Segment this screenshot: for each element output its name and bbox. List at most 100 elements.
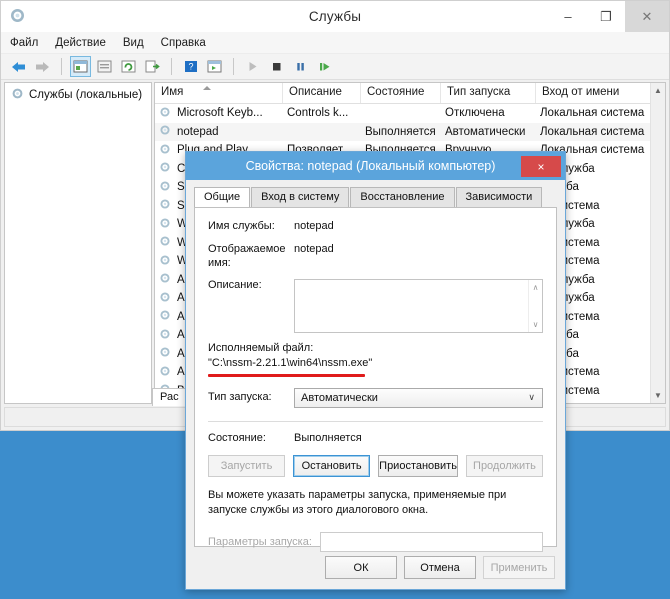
chevron-down-icon: ∨ xyxy=(528,392,535,403)
scroll-down-icon[interactable]: ▼ xyxy=(651,388,665,403)
executable-path-wrapper: "C:\nssm-2.21.1\win64\nssm.exe" xyxy=(208,357,543,377)
show-hide-tree-icon[interactable] xyxy=(70,56,91,77)
service-properties-dialog: Свойства: notepad (Локальный компьютер) … xyxy=(185,151,566,590)
services-gear-icon xyxy=(11,87,24,103)
tab-logon[interactable]: Вход в систему xyxy=(251,187,350,207)
svg-text:?: ? xyxy=(188,62,193,72)
minimize-button[interactable]: – xyxy=(549,1,587,32)
menu-item-view[interactable]: Вид xyxy=(123,37,144,49)
services-gear-icon xyxy=(159,198,171,213)
description-textarea[interactable]: ∧ ∨ xyxy=(294,279,543,334)
dialog-general-panel: Имя службы: notepad Отображаемое имя: no… xyxy=(194,207,557,553)
display-name-label: Отображаемое имя: xyxy=(208,242,286,269)
export-list-icon[interactable] xyxy=(142,56,163,77)
startup-type-value: Автоматически xyxy=(301,391,378,404)
list-column-headers: Имя Описание Состояние Тип запуска Вход … xyxy=(155,83,665,104)
close-button[interactable]: ✕ xyxy=(625,1,669,32)
services-gear-icon xyxy=(159,365,171,380)
dialog-titlebar: Свойства: notepad (Локальный компьютер) … xyxy=(186,152,565,180)
start-parameters-hint: Вы можете указать параметры запуска, при… xyxy=(208,488,507,517)
help-icon[interactable]: ? xyxy=(180,56,201,77)
forward-arrow-icon[interactable] xyxy=(32,56,53,77)
tree-item-label: Службы (локальные) xyxy=(29,89,143,101)
service-name-value: notepad xyxy=(294,220,334,232)
service-control-buttons: Запустить Остановить Приостановить Продо… xyxy=(208,454,544,477)
table-row[interactable]: notepad Выполняется Автоматически Локальная… xyxy=(155,122,665,141)
column-header-name[interactable]: Имя xyxy=(155,83,283,103)
services-gear-icon xyxy=(159,346,171,361)
services-gear-icon xyxy=(159,291,171,306)
stop-button[interactable]: Остановить xyxy=(293,454,371,477)
maximize-button[interactable]: ❐ xyxy=(587,1,625,32)
cell-state: Выполняется xyxy=(365,125,436,138)
tab-extended[interactable]: Рас xyxy=(152,388,187,406)
menu-item-help[interactable]: Справка xyxy=(161,37,206,49)
column-header-description[interactable]: Описание xyxy=(283,83,361,103)
service-name-row: Имя службы: notepad xyxy=(208,220,543,234)
tab-recovery[interactable]: Восстановление xyxy=(350,187,455,207)
stop-service-icon[interactable] xyxy=(266,56,287,77)
cell-description: Controls k... xyxy=(287,107,349,120)
resume-button: Продолжить xyxy=(465,454,544,477)
services-gear-icon xyxy=(159,309,171,324)
scroll-up-icon[interactable]: ∧ xyxy=(529,283,542,292)
pause-button[interactable]: Приостановить xyxy=(378,454,458,477)
start-service-icon[interactable] xyxy=(242,56,263,77)
dialog-close-button[interactable]: × xyxy=(521,156,561,177)
services-gear-icon xyxy=(159,124,171,139)
start-parameters-label: Параметры запуска: xyxy=(208,536,312,549)
services-gear-icon xyxy=(9,7,27,25)
startup-type-select[interactable]: Автоматически ∨ xyxy=(294,387,543,408)
services-gear-icon xyxy=(159,180,171,195)
divider xyxy=(208,420,543,422)
startup-type-row: Тип запуска: Автоматически ∨ xyxy=(208,387,543,408)
scroll-down-icon[interactable]: ∨ xyxy=(529,320,542,329)
cell-startup: Автоматически xyxy=(445,125,526,138)
status-value: Выполняется xyxy=(294,431,362,444)
refresh-icon[interactable] xyxy=(118,56,139,77)
back-arrow-icon[interactable] xyxy=(8,56,29,77)
start-parameters-input[interactable] xyxy=(320,532,543,553)
executable-path-label: Исполняемый файл: xyxy=(208,342,314,355)
list-scrollbar[interactable]: ▲ ▼ xyxy=(650,83,665,403)
services-gear-icon xyxy=(159,254,171,269)
services-gear-icon xyxy=(159,106,171,121)
cell-name: Microsoft Keyb... xyxy=(177,107,263,120)
cell-logon: Локальная система xyxy=(540,125,645,138)
show-console-icon[interactable] xyxy=(204,56,225,77)
column-header-startup-type[interactable]: Тип запуска xyxy=(441,83,536,103)
cancel-button[interactable]: Отмена xyxy=(404,556,476,579)
status-row: Состояние: Выполняется xyxy=(208,432,543,446)
restart-service-icon[interactable] xyxy=(314,56,335,77)
menu-item-action[interactable]: Действие xyxy=(55,37,106,49)
menubar: Файл Действие Вид Справка xyxy=(1,32,669,54)
dialog-title: Свойства: notepad (Локальный компьютер) xyxy=(245,159,496,173)
ok-button[interactable]: ОК xyxy=(325,556,397,579)
scroll-up-icon[interactable]: ▲ xyxy=(651,83,665,98)
red-underline-annotation xyxy=(208,374,365,377)
dialog-tabs: Общие Вход в систему Восстановление Зави… xyxy=(186,180,565,207)
services-gear-icon xyxy=(159,143,171,158)
column-header-state[interactable]: Состояние xyxy=(361,83,441,103)
toolbar-separator xyxy=(61,58,62,75)
description-label: Описание: xyxy=(208,279,262,292)
start-button: Запустить xyxy=(208,454,286,477)
services-gear-icon xyxy=(159,272,171,287)
menu-item-file[interactable]: Файл xyxy=(10,37,38,49)
tab-dependencies[interactable]: Зависимости xyxy=(455,187,543,207)
pause-service-icon[interactable] xyxy=(290,56,311,77)
description-row: Описание: ∧ ∨ xyxy=(208,279,543,334)
table-row[interactable]: Microsoft Keyb... Controls k... Отключена Л… xyxy=(155,104,665,123)
toolbar: ? xyxy=(1,54,669,80)
services-gear-icon xyxy=(159,235,171,250)
services-titlebar: Службы – ❐ ✕ xyxy=(1,1,669,32)
services-gear-icon xyxy=(159,217,171,232)
description-scrollbar[interactable]: ∧ ∨ xyxy=(528,280,542,333)
services-gear-icon xyxy=(159,161,171,176)
toolbar-separator xyxy=(233,58,234,75)
column-header-logon-as[interactable]: Вход от имени xyxy=(536,83,656,103)
properties-icon[interactable] xyxy=(94,56,115,77)
tree-item-services-local[interactable]: Службы (локальные) xyxy=(5,83,151,107)
tab-general[interactable]: Общие xyxy=(194,187,251,207)
service-name-label: Имя службы: xyxy=(208,220,275,232)
